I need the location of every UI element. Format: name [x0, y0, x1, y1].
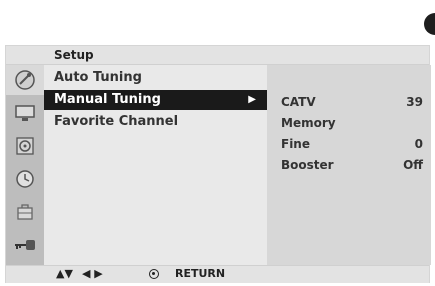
setting-row-booster[interactable]: Booster Off	[267, 158, 431, 176]
ok-button-icon	[149, 269, 159, 279]
setting-value: 39	[406, 95, 423, 109]
setting-row-fine[interactable]: Fine 0	[267, 137, 431, 155]
setting-key: Memory	[281, 116, 336, 130]
setting-row-memory[interactable]: Memory	[267, 116, 431, 134]
setting-row-catv[interactable]: CATV 39	[267, 95, 431, 113]
menu-title: Setup	[54, 48, 94, 62]
menu-item-auto-tuning[interactable]: Auto Tuning	[44, 68, 267, 88]
tv-osd-menu: Setup Auto Tuning Manual Tuning ▶ Favori…	[5, 45, 431, 283]
menu-item-label: Auto Tuning	[54, 70, 142, 85]
audio-speaker-icon[interactable]	[6, 131, 44, 161]
menu-list: Auto Tuning Manual Tuning ▶ Favorite Cha…	[44, 65, 267, 265]
key-guide-footer: ▲▼ ◀ ▶ RETURN	[6, 265, 429, 283]
time-clock-icon[interactable]	[6, 164, 44, 194]
setting-value: Off	[403, 158, 423, 172]
menu-item-label: Manual Tuning	[54, 92, 161, 107]
setting-value: 0	[414, 137, 423, 151]
picture-monitor-icon[interactable]	[6, 98, 44, 128]
corner-dot-decoration	[424, 13, 435, 35]
left-right-arrows-icon: ◀ ▶	[82, 267, 103, 280]
setting-key: CATV	[281, 95, 316, 109]
up-down-arrows-icon: ▲▼	[56, 267, 73, 280]
lock-key-icon[interactable]	[6, 230, 44, 260]
menu-item-manual-tuning[interactable]: Manual Tuning ▶	[44, 90, 267, 110]
chevron-right-icon: ▶	[248, 94, 256, 105]
return-label: RETURN	[175, 267, 226, 280]
setup-dish-icon[interactable]	[6, 65, 44, 95]
menu-item-label: Favorite Channel	[54, 114, 179, 129]
setting-key: Booster	[281, 158, 334, 172]
option-briefcase-icon[interactable]	[6, 197, 44, 227]
setting-key: Fine	[281, 137, 310, 151]
category-sidebar	[6, 65, 44, 265]
menu-header: Setup	[6, 46, 429, 65]
menu-item-favorite-channel[interactable]: Favorite Channel	[44, 112, 267, 132]
manual-tuning-panel: CATV 39 Memory Fine 0 Booster Off	[267, 65, 431, 265]
